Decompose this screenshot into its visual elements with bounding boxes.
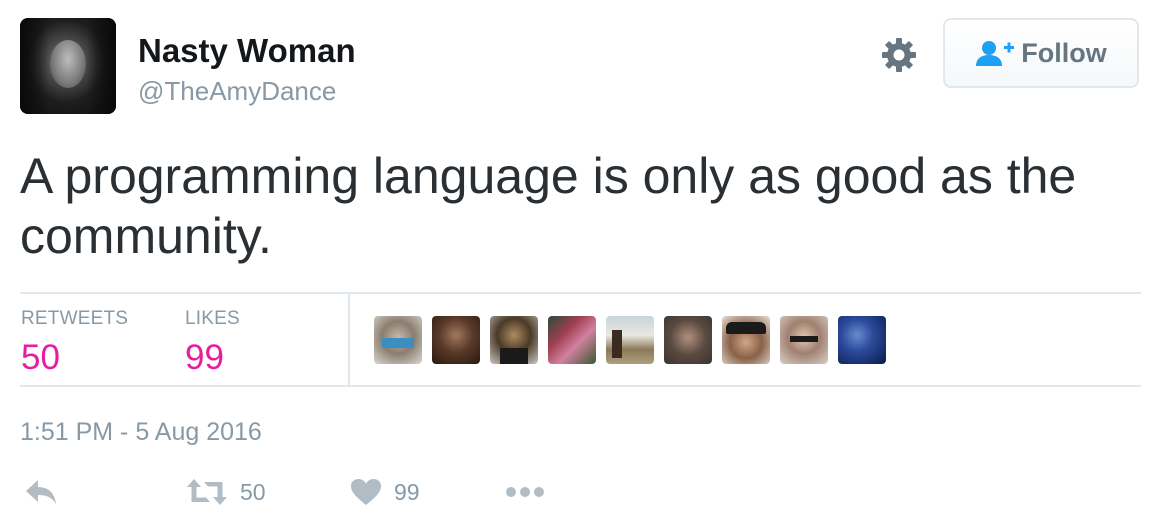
reply-icon [26,480,56,504]
likes-stat[interactable]: LIKES 99 [185,308,240,378]
liker-avatar[interactable] [722,316,770,364]
follow-label: Follow [1021,37,1107,68]
liker-avatar[interactable] [432,316,480,364]
like-button[interactable]: 99 [350,478,420,506]
avatar[interactable] [20,18,116,114]
liker-avatar[interactable] [374,316,422,364]
likers-avatars [374,316,886,364]
retweets-label: RETWEETS [21,308,129,329]
like-count: 99 [394,478,420,505]
avatar-shading [20,18,116,114]
stats-bottom-divider [20,385,1141,387]
follow-button[interactable]: Follow [943,18,1139,88]
likes-label: LIKES [185,308,240,329]
liker-avatar[interactable] [838,316,886,364]
add-user-icon [976,41,1015,66]
retweets-count: 50 [21,338,60,377]
retweet-icon [187,479,227,505]
retweet-button[interactable]: 50 [186,478,266,506]
liker-avatar[interactable] [490,316,538,364]
tweet-timestamp[interactable]: 1:51 PM - 5 Aug 2016 [20,418,262,447]
liker-avatar[interactable] [664,316,712,364]
reply-button[interactable] [24,478,58,506]
heart-icon [351,479,381,505]
gear-icon[interactable] [880,36,918,74]
display-name[interactable]: Nasty Woman [138,32,356,70]
liker-avatar[interactable] [780,316,828,364]
user-handle[interactable]: @TheAmyDance [138,76,336,107]
stats-top-divider [20,292,1141,294]
retweet-count: 50 [240,478,266,505]
likes-count: 99 [185,338,224,377]
more-button[interactable] [505,486,545,498]
liker-avatar[interactable] [606,316,654,364]
retweets-stat[interactable]: RETWEETS 50 [21,308,128,378]
tweet-text: A programming language is only as good a… [20,148,1077,264]
more-icon [506,487,544,497]
liker-avatar[interactable] [548,316,596,364]
stats-vertical-divider [348,294,350,386]
